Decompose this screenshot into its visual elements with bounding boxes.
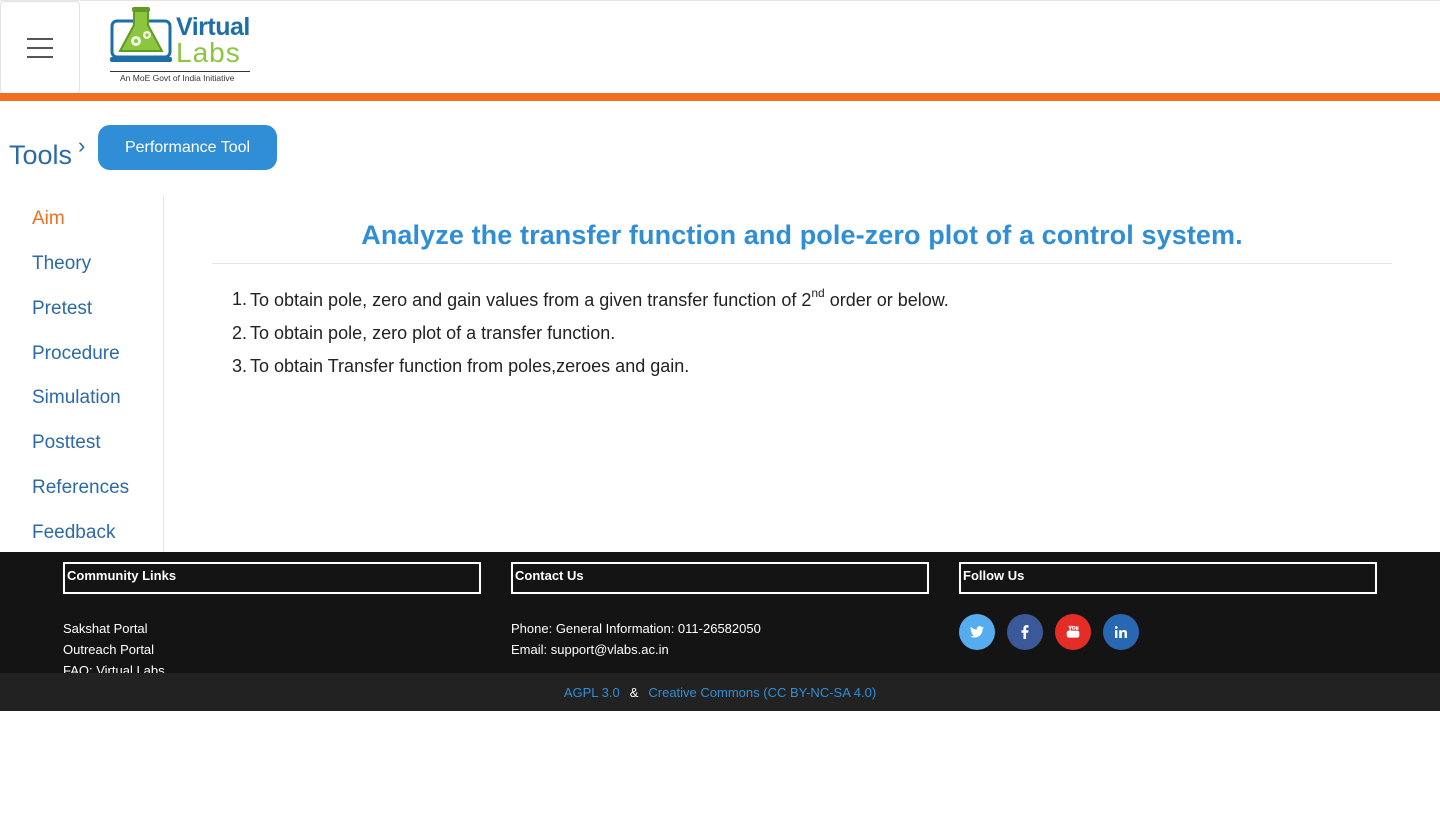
list-item-text: To obtain Transfer function from poles,z… (250, 356, 690, 377)
list-item-number: 3. (232, 356, 248, 377)
contact-email-link[interactable]: Email: support@vlabs.ac.in (511, 639, 929, 660)
sidebar-item-feedback[interactable]: Feedback (32, 522, 115, 544)
community-links-heading: Community Links (63, 562, 481, 594)
virtual-labs-logo[interactable]: Virtual Labs An MoE Govt of India Initia… (110, 7, 252, 85)
sakshat-portal-link[interactable]: Sakshat Portal (63, 618, 481, 639)
logo-tagline: An MoE Govt of India Initiative (120, 73, 235, 83)
outreach-portal-link[interactable]: Outreach Portal (63, 639, 481, 660)
sidebar-item-simulation[interactable]: Simulation (32, 387, 121, 409)
list-item: 3. To obtain Transfer function from pole… (232, 350, 949, 384)
community-links-list: Sakshat Portal Outreach Portal FAQ: Virt… (63, 618, 481, 681)
menu-toggle-button[interactable] (0, 1, 80, 94)
list-item: 2. To obtain pole, zero plot of a transf… (232, 317, 949, 351)
license-separator: & (629, 684, 639, 700)
sidebar-item-theory[interactable]: Theory (32, 253, 91, 275)
sidebar-item-aim[interactable]: Aim (32, 208, 65, 230)
site-header: Virtual Labs An MoE Govt of India Initia… (0, 0, 1440, 94)
footer-contact-column: Contact Us Phone: General Information: 0… (511, 562, 929, 660)
agpl-license-link[interactable]: AGPL 3.0 (564, 685, 620, 700)
contact-phone: Phone: General Information: 011-26582050 (511, 621, 761, 636)
sidebar-item-posttest[interactable]: Posttest (32, 432, 101, 454)
contact-details: Phone: General Information: 011-26582050… (511, 618, 929, 660)
breadcrumb-chevron-icon: › (78, 133, 86, 158)
flask-logo-icon (110, 7, 172, 62)
logo-word-labs: Labs (176, 37, 241, 68)
aim-text-part: To obtain pole, zero and gain values fro… (250, 290, 812, 311)
footer-follow-column: Follow Us (959, 562, 1377, 650)
sidebar-item-pretest[interactable]: Pretest (32, 298, 92, 320)
header-accent-bar (0, 93, 1440, 101)
list-item: 1. To obtain pole, zero and gain values … (232, 283, 949, 317)
hamburger-icon (27, 37, 53, 58)
license-bar: AGPL 3.0 & Creative Commons (CC BY-NC-SA… (0, 673, 1440, 711)
logo-divider (110, 71, 250, 72)
site-footer: Community Links Sakshat Portal Outreach … (0, 552, 1440, 678)
facebook-icon[interactable] (1007, 614, 1043, 650)
footer-community-column: Community Links Sakshat Portal Outreach … (63, 562, 481, 681)
list-item-text: To obtain pole, zero and gain values fro… (250, 286, 949, 311)
twitter-icon[interactable] (959, 614, 995, 650)
creative-commons-link[interactable]: Creative Commons (CC BY-NC-SA 4.0) (648, 685, 876, 700)
list-item-number: 1. (232, 289, 248, 310)
aim-superscript: nd (811, 286, 825, 301)
page-title: Analyze the transfer function and pole-z… (361, 220, 1243, 250)
contact-us-heading: Contact Us (511, 562, 929, 594)
aim-text-part: order or below. (824, 290, 949, 311)
youtube-icon[interactable] (1055, 614, 1091, 650)
experiment-sidebar: Aim Theory Pretest Procedure Simulation … (0, 195, 164, 552)
follow-us-heading: Follow Us (959, 562, 1377, 594)
breadcrumb-tools-link[interactable]: Tools (9, 140, 72, 171)
list-item-number: 2. (232, 322, 248, 343)
aim-list: 1. To obtain pole, zero and gain values … (232, 283, 949, 384)
title-divider (212, 263, 1392, 264)
list-item-text: To obtain pole, zero plot of a transfer … (250, 322, 616, 343)
linkedin-icon[interactable] (1103, 614, 1139, 650)
sidebar-item-procedure[interactable]: Procedure (32, 343, 120, 365)
performance-tool-button[interactable]: Performance Tool (98, 125, 277, 170)
sidebar-item-references[interactable]: References (32, 477, 129, 499)
social-icons (959, 614, 1377, 650)
